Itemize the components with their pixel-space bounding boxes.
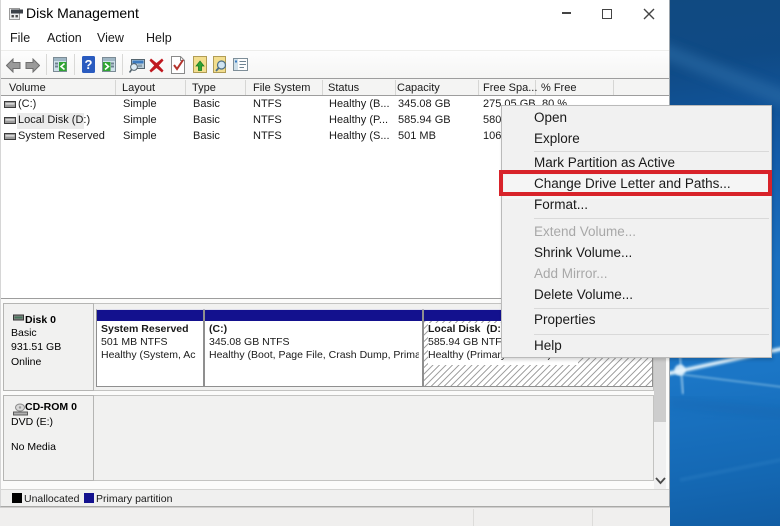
svg-text:?: ? [85,57,93,72]
